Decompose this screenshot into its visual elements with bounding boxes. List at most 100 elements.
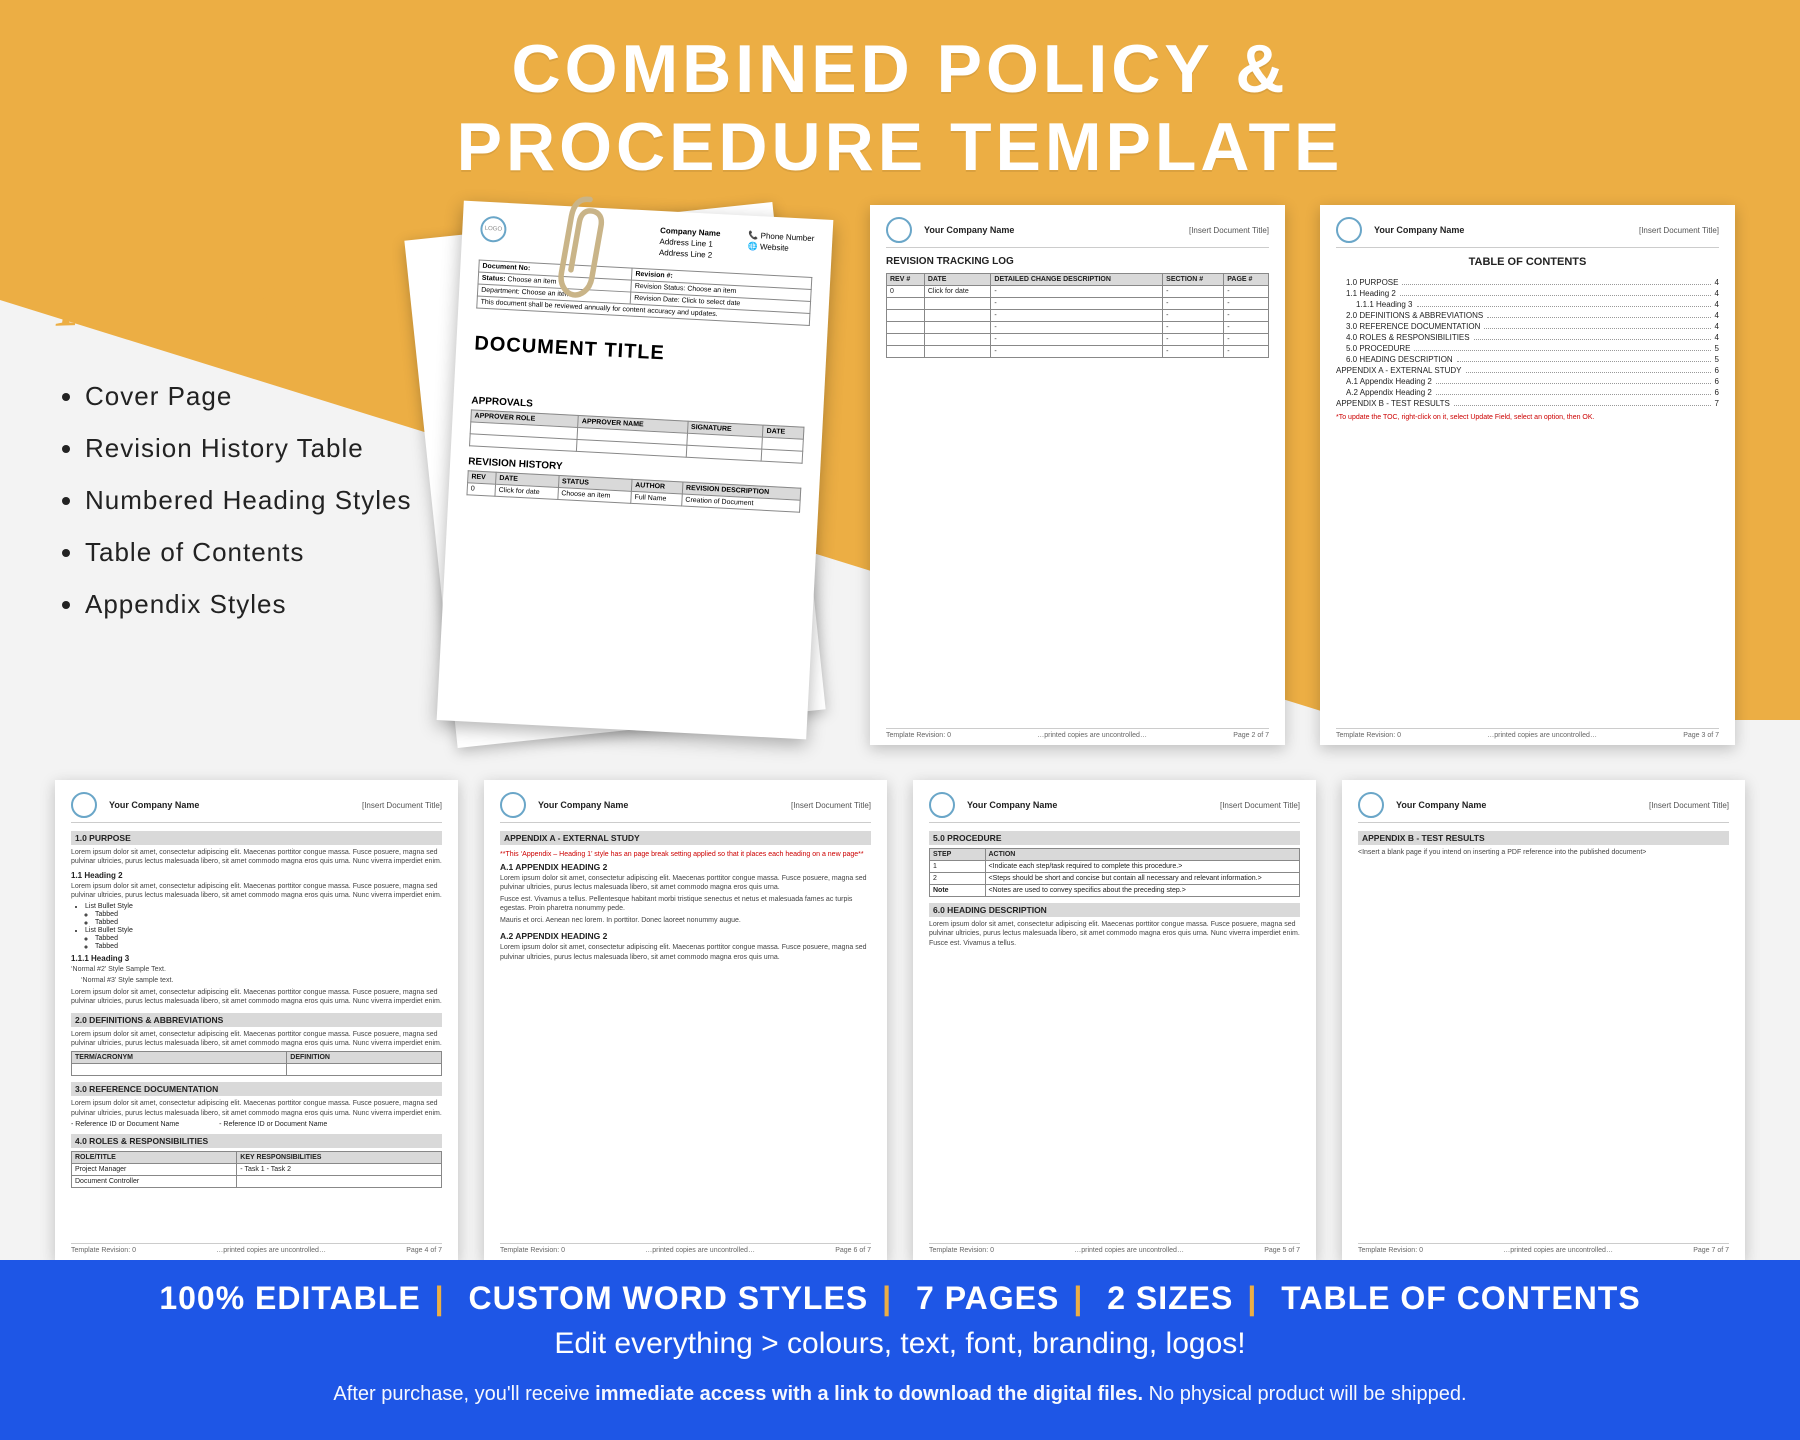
td: Document Controller [72,1176,237,1188]
feature: 7 PAGES [916,1280,1059,1316]
logo-text: LOGO [485,226,503,233]
li: List Bullet Style [85,927,442,934]
para: Lorem ipsum dolor sit amet, consectetur … [71,882,442,901]
td: - [1224,286,1269,298]
logo-icon [1358,792,1384,818]
ftr-m: …printed copies are uncontrolled… [216,1247,326,1254]
feature: CUSTOM WORD STYLES [469,1280,869,1316]
apx-h1: A.1 APPENDIX HEADING 2 [500,862,871,872]
page-toc: Your Company Name[Insert Document Title]… [1320,205,1735,745]
td: <Indicate each step/task required to com… [985,861,1300,873]
para: ‘Normal #2’ Style Sample Text. [71,965,442,974]
roles-table: ROLE/TITLEKEY RESPONSIBILITIES Project M… [71,1151,442,1188]
td: 1 [930,861,986,873]
page-appendix-b: Your Company Name[Insert Document Title]… [1342,780,1745,1260]
para: Lorem ipsum dolor sit amet, consectetur … [71,988,442,1007]
para: Lorem ipsum dolor sit amet, consectetur … [929,920,1300,948]
apxb-note: <Insert a blank page if you intend on in… [1358,848,1729,857]
ref1: - Reference ID or Document Name [71,1121,179,1128]
includes-item: Table of Contents [85,526,412,578]
features-row: 100% EDITABLE| CUSTOM WORD STYLES| 7 PAG… [40,1280,1760,1317]
doc-title-hdr: [Insert Document Title] [791,801,871,810]
includes-heading: Includes: [54,250,332,345]
td: <Steps should be short and concise but c… [985,873,1300,885]
feature: 100% EDITABLE [159,1280,420,1316]
li: List Bullet Style [85,903,442,910]
para: Lorem ipsum dolor sit amet, consectetur … [500,874,871,893]
para: Lorem ipsum dolor sit amet, consectetur … [71,848,442,867]
note-post: No physical product will be shipped. [1143,1383,1467,1405]
section-purpose: 1.0 PURPOSE [71,831,442,845]
ftr-m: …printed copies are uncontrolled… [1503,1247,1613,1254]
ftr-l: Template Revision: 0 [929,1247,994,1254]
ftr-r: Page 7 of 7 [1693,1247,1729,1254]
para: Lorem ipsum dolor sit amet, consectetur … [71,1030,442,1049]
th: REV # [887,274,925,286]
ftr-r: Page 2 of 7 [1233,732,1269,739]
revlog-table: REV #DATEDETAILED CHANGE DESCRIPTIONSECT… [886,273,1269,358]
company-name: Your Company Name [1374,225,1464,235]
ftr-r: Page 4 of 7 [406,1247,442,1254]
banner-note: After purchase, you'll receive immediate… [40,1383,1760,1406]
title-line2: PROCEDURE TEMPLATE [457,109,1344,185]
doc-title-hdr: [Insert Document Title] [1220,801,1300,810]
doc-title: DOCUMENT TITLE [474,332,809,372]
doc-title-hdr: [Insert Document Title] [362,801,442,810]
company-info: Company Name Address Line 1 Address Line… [659,225,721,262]
td: 2 [930,873,986,885]
logo-icon [71,792,97,818]
h2: 1.1 Heading 2 [71,871,442,880]
page-procedure: Your Company Name[Insert Document Title]… [913,780,1316,1260]
doc-meta-table: Document No:Revision #: Status: Choose a… [476,259,812,325]
section-heading6: 6.0 HEADING DESCRIPTION [929,903,1300,917]
address-2: Address Line 2 [659,247,720,261]
ftr-l: Template Revision: 0 [1358,1247,1423,1254]
td: 0 [467,482,496,495]
proc-table: STEPACTION 1<Indicate each step/task req… [929,848,1300,897]
note-pre: After purchase, you'll receive [333,1383,595,1405]
website: Website [760,242,789,252]
company-name: Your Company Name [109,800,199,810]
ref2: - Reference ID or Document Name [219,1121,327,1128]
ftr-l: Template Revision: 0 [886,732,951,739]
th: DATE [924,274,991,286]
doc-title-hdr: [Insert Document Title] [1189,226,1269,235]
th: TERM/ACRONYM [72,1052,287,1064]
logo-icon [500,792,526,818]
feature: TABLE OF CONTENTS [1281,1280,1641,1316]
note-bold: immediate access with a link to download… [595,1383,1143,1405]
toc-title: TABLE OF CONTENTS [1336,256,1719,268]
td: Click for date [924,286,991,298]
section-procedure: 5.0 PROCEDURE [929,831,1300,845]
section-roles: 4.0 ROLES & RESPONSIBILITIES [71,1134,442,1148]
company-name: Your Company Name [538,800,628,810]
th: KEY RESPONSIBILITIES [237,1152,442,1164]
toc-tip: *To update the TOC, right-click on it, s… [1336,414,1719,421]
logo-icon [886,217,912,243]
contact-info: 📞 Phone Number 🌐 Website [748,230,815,256]
ftr-m: …printed copies are uncontrolled… [1037,732,1147,739]
defs-table: TERM/ACRONYMDEFINITION [71,1051,442,1076]
apx-note: **This ‘Appendix – Heading 1’ style has … [500,851,871,858]
para: ‘Normal #3’ Style sample text. [81,976,442,985]
section-defs: 2.0 DEFINITIONS & ABBREVIATIONS [71,1013,442,1027]
th: SECTION # [1163,274,1224,286]
para: Lorem ipsum dolor sit amet, consectetur … [500,943,871,962]
td: Note [930,885,986,897]
section-refs: 3.0 REFERENCE DOCUMENTATION [71,1082,442,1096]
li: Tabbed [95,919,442,926]
td: - [991,286,1163,298]
th: PAGE # [1224,274,1269,286]
doc-title-hdr: [Insert Document Title] [1649,801,1729,810]
company-name: Your Company Name [924,225,1014,235]
td: Full Name [631,491,682,506]
th: ROLE/TITLE [72,1152,237,1164]
ftr-m: …printed copies are uncontrolled… [1487,732,1597,739]
ftr-r: Page 3 of 7 [1683,732,1719,739]
th: DETAILED CHANGE DESCRIPTION [991,274,1163,286]
includes-item: Cover Page [85,370,412,422]
para: Mauris et orci. Aenean nec lorem. In por… [500,916,871,925]
td: Click for date [495,484,558,499]
logo-icon [929,792,955,818]
li: Tabbed [95,911,442,918]
